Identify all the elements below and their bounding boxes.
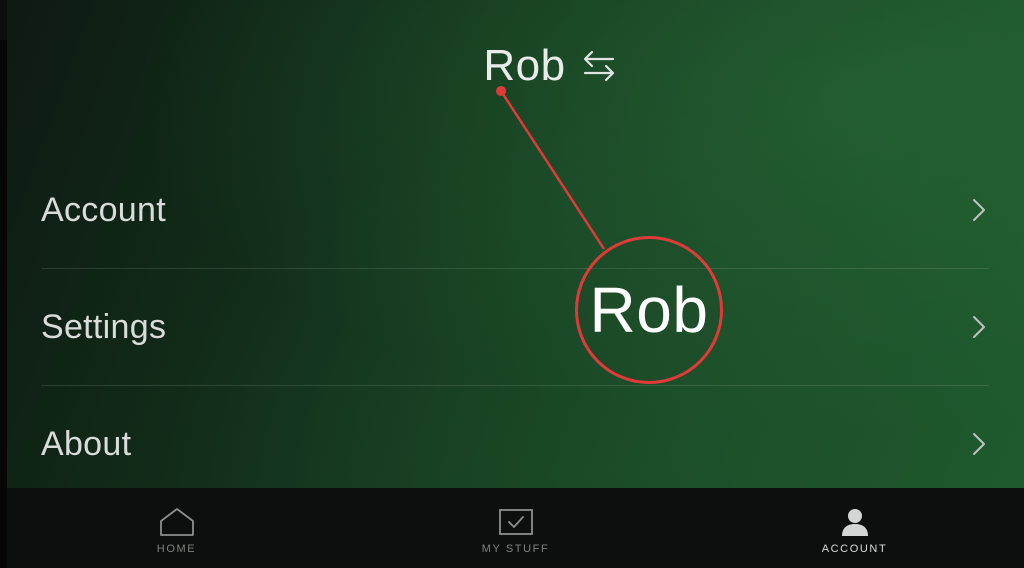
my-stuff-icon [498,509,533,535]
menu-item-settings[interactable]: Settings [41,269,989,386]
callout-zoom-text: Rob [589,274,709,346]
left-edge-strip [0,0,7,568]
profile-name[interactable]: Rob [413,41,565,91]
profile-switcher[interactable]: Rob [7,36,1024,96]
tab-my-stuff[interactable]: MY STUFF [346,488,685,568]
tab-label: ACCOUNT [821,543,888,555]
account-person-icon [841,509,868,536]
chevron-right-icon [973,433,985,455]
menu-item-about[interactable]: About [41,386,989,502]
menu-item-account[interactable]: Account [41,152,989,269]
menu-item-label: Settings [41,307,167,346]
home-icon [159,508,194,536]
menu-item-label: About [41,424,132,463]
bottom-tab-bar: HOME MY STUFF ACCOUNT [7,488,1024,568]
tab-label: HOME [156,543,197,555]
account-menu-list: Account Settings About [41,152,989,502]
chevron-right-icon [973,199,985,221]
tab-home[interactable]: HOME [7,488,346,568]
account-panel: Rob Account Settings About [7,0,1024,488]
callout-zoom-circle: Rob [575,236,723,384]
app-screen: Rob Account Settings About Rob HOME MY S… [0,0,1024,568]
chevron-right-icon [973,316,985,338]
tab-label: MY STUFF [481,543,550,555]
swap-arrows-icon[interactable] [580,48,618,84]
menu-item-label: Account [41,190,166,229]
tab-account[interactable]: ACCOUNT [685,488,1024,568]
